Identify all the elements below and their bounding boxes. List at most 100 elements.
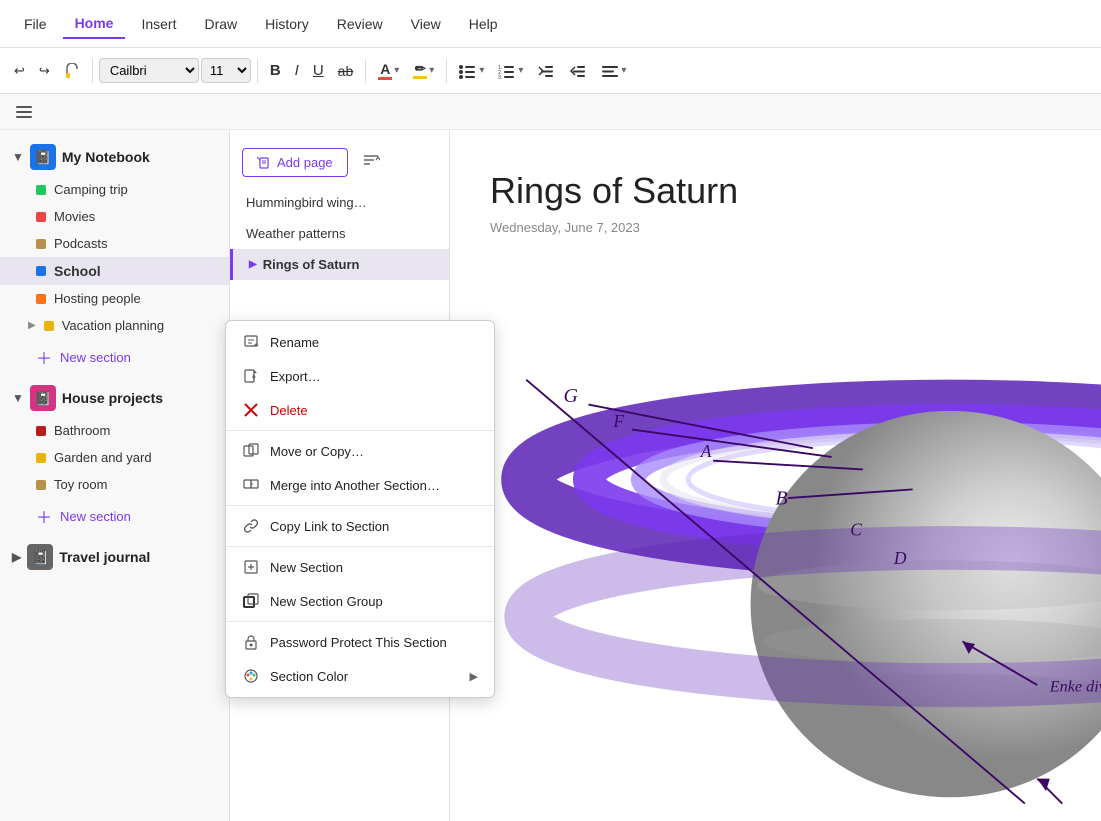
sidebar: ▼ 📓 My Notebook Camping trip Movies Podc… bbox=[0, 130, 230, 821]
pages-header: Add page bbox=[230, 138, 449, 187]
increase-indent-button[interactable] bbox=[563, 59, 593, 83]
content-area: Rings of Saturn Wednesday, June 7, 2023 bbox=[450, 130, 1101, 821]
delete-icon bbox=[242, 401, 260, 419]
bullets-button[interactable]: ▾ bbox=[453, 59, 490, 83]
link-icon bbox=[242, 517, 260, 535]
notebook-header-my-notebook[interactable]: ▼ 📓 My Notebook bbox=[0, 138, 229, 176]
new-section-house-projects[interactable]: ＋ New section bbox=[0, 498, 229, 534]
font-size-select[interactable]: 11 bbox=[201, 58, 251, 83]
add-page-icon bbox=[257, 156, 271, 170]
chevron-down-icon: ▼ bbox=[12, 150, 24, 164]
strikethrough-button[interactable]: ab bbox=[332, 59, 360, 83]
italic-button[interactable]: I bbox=[289, 58, 305, 83]
add-page-button[interactable]: Add page bbox=[242, 148, 348, 177]
format-painter-button[interactable] bbox=[58, 59, 86, 83]
section-color-bathroom bbox=[36, 426, 46, 436]
section-color-movies bbox=[36, 212, 46, 222]
chevron-right-icon-2: ▶ bbox=[12, 550, 21, 564]
notebook-icon-house-projects: 📓 bbox=[30, 385, 56, 411]
move-icon bbox=[242, 442, 260, 460]
svg-text:3.: 3. bbox=[498, 75, 502, 79]
context-menu-delete[interactable]: Delete bbox=[226, 393, 494, 427]
main-layout: ▼ 📓 My Notebook Camping trip Movies Podc… bbox=[0, 130, 1101, 821]
context-menu-new-section[interactable]: New Section bbox=[226, 550, 494, 584]
font-color-button[interactable]: A ▾ bbox=[372, 58, 405, 84]
notebook-house-projects: ▼ 📓 House projects Bathroom Garden and y… bbox=[0, 379, 229, 534]
submenu-arrow-icon: ▶ bbox=[470, 670, 478, 683]
context-menu-section-color[interactable]: Section Color ▶ bbox=[226, 659, 494, 693]
sidebar-item-hosting[interactable]: Hosting people bbox=[0, 285, 229, 312]
section-color-garden bbox=[36, 453, 46, 463]
page-item-hummingbird[interactable]: Hummingbird wing… bbox=[230, 187, 449, 218]
plus-icon-2: ＋ bbox=[36, 504, 52, 528]
svg-text:F: F bbox=[612, 411, 624, 431]
sidebar-item-movies[interactable]: Movies bbox=[0, 203, 229, 230]
sidebar-item-toyroom[interactable]: Toy room bbox=[0, 471, 229, 498]
notebook-header-house-projects[interactable]: ▼ 📓 House projects bbox=[0, 379, 229, 417]
hamburger-icon[interactable] bbox=[12, 102, 36, 122]
undo-button[interactable]: ↩ bbox=[8, 59, 31, 83]
ctx-separator-1 bbox=[226, 430, 494, 431]
new-section-my-notebook[interactable]: ＋ New section bbox=[0, 339, 229, 375]
underline-button[interactable]: U bbox=[307, 58, 330, 83]
menu-home[interactable]: Home bbox=[63, 9, 126, 39]
notebook-header-travel-journal[interactable]: ▶ 📓 Travel journal bbox=[0, 538, 229, 576]
separator-3 bbox=[365, 59, 366, 83]
new-section-group-icon bbox=[242, 592, 260, 610]
redo-button[interactable]: ↪ bbox=[33, 59, 56, 83]
sidebar-item-bathroom[interactable]: Bathroom bbox=[0, 417, 229, 444]
menu-review[interactable]: Review bbox=[325, 10, 395, 38]
section-color-school bbox=[36, 266, 46, 276]
menu-insert[interactable]: Insert bbox=[129, 10, 188, 38]
notebook-travel-journal: ▶ 📓 Travel journal bbox=[0, 538, 229, 576]
sort-icon bbox=[362, 152, 380, 168]
chevron-right-icon: ▶ bbox=[28, 320, 36, 331]
ctx-separator-4 bbox=[226, 621, 494, 622]
page-item-weather[interactable]: Weather patterns bbox=[230, 218, 449, 249]
decrease-indent-button[interactable] bbox=[531, 59, 561, 83]
notebook-title-house-projects: House projects bbox=[62, 390, 163, 406]
sidebar-item-camping[interactable]: Camping trip bbox=[0, 176, 229, 203]
context-menu: Rename Export… Delete Move or Copy… Merg… bbox=[225, 320, 495, 698]
bold-button[interactable]: B bbox=[264, 58, 287, 83]
menu-bar: File Home Insert Draw History Review Vie… bbox=[0, 0, 1101, 48]
context-menu-new-section-group[interactable]: New Section Group bbox=[226, 584, 494, 618]
section-color-hosting bbox=[36, 294, 46, 304]
separator-4 bbox=[446, 59, 447, 83]
sidebar-item-vacation[interactable]: ▶ Vacation planning bbox=[0, 312, 229, 339]
notebook-title-travel-journal: Travel journal bbox=[59, 549, 150, 565]
menu-help[interactable]: Help bbox=[457, 10, 510, 38]
context-menu-rename[interactable]: Rename bbox=[226, 325, 494, 359]
svg-text:A: A bbox=[700, 441, 712, 461]
sidebar-item-school[interactable]: School bbox=[0, 257, 229, 285]
menu-draw[interactable]: Draw bbox=[192, 10, 249, 38]
password-icon bbox=[242, 633, 260, 651]
sidebar-item-garden[interactable]: Garden and yard bbox=[0, 444, 229, 471]
section-color-icon bbox=[242, 667, 260, 685]
section-color-podcasts bbox=[36, 239, 46, 249]
menu-file[interactable]: File bbox=[12, 10, 59, 38]
ctx-separator-3 bbox=[226, 546, 494, 547]
menu-history[interactable]: History bbox=[253, 10, 321, 38]
context-menu-export[interactable]: Export… bbox=[226, 359, 494, 393]
highlight-icon: ✏ bbox=[413, 62, 427, 79]
align-button[interactable]: ▾ bbox=[595, 59, 632, 83]
context-menu-copy-link[interactable]: Copy Link to Section bbox=[226, 509, 494, 543]
context-menu-merge[interactable]: Merge into Another Section… bbox=[226, 468, 494, 502]
highlight-button[interactable]: ✏ ▾ bbox=[407, 58, 440, 83]
chevron-down-icon-2: ▼ bbox=[12, 391, 24, 405]
section-color-vacation bbox=[44, 321, 54, 331]
font-family-select[interactable]: Cailbri bbox=[99, 58, 199, 83]
sidebar-item-podcasts[interactable]: Podcasts bbox=[0, 230, 229, 257]
context-menu-move-copy[interactable]: Move or Copy… bbox=[226, 434, 494, 468]
toolbar: ↩ ↪ Cailbri 11 B I U ab A ▾ ✏ ▾ ▾ 1.2.3.… bbox=[0, 48, 1101, 94]
sort-button[interactable] bbox=[356, 146, 386, 179]
page-item-rings-of-saturn[interactable]: ▶ Rings of Saturn bbox=[230, 249, 449, 280]
separator-2 bbox=[257, 59, 258, 83]
numbering-button[interactable]: 1.2.3. ▾ bbox=[492, 59, 529, 83]
svg-text:B: B bbox=[776, 487, 788, 509]
menu-view[interactable]: View bbox=[399, 10, 453, 38]
merge-icon bbox=[242, 476, 260, 494]
context-menu-password[interactable]: Password Protect This Section bbox=[226, 625, 494, 659]
svg-text:C: C bbox=[850, 520, 862, 540]
